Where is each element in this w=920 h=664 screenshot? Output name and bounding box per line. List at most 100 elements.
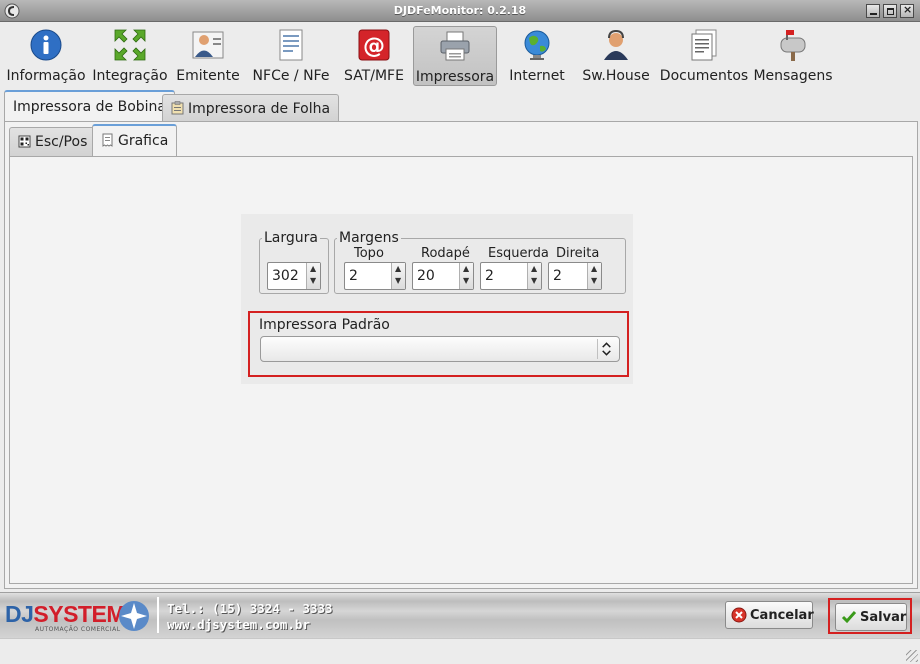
toolbar-label: Informação: [6, 68, 86, 84]
tab-esc-pos[interactable]: Esc/Pos: [9, 127, 97, 156]
spinner-arrows[interactable]: ▲ ▼: [459, 263, 473, 289]
support-headset-icon: [604, 29, 628, 60]
main-toolbar: Informação Integração Emitente NFCe / NF…: [0, 23, 920, 87]
spinner-arrows[interactable]: ▲ ▼: [527, 263, 541, 289]
esquerda-value: 2: [485, 268, 494, 284]
mailbox-icon: [780, 30, 806, 61]
toolbar-item-informacao[interactable]: Informação: [4, 26, 88, 86]
toolbar-item-integracao[interactable]: Integração: [90, 26, 170, 86]
cancel-button[interactable]: Cancelar: [725, 601, 814, 629]
resize-grip[interactable]: [906, 650, 918, 662]
at-sign-icon: @: [358, 29, 390, 61]
toolbar-label: Impressora: [415, 69, 495, 85]
impressora-padrao-label: Impressora Padrão: [259, 317, 390, 333]
qr-code-icon: [18, 135, 31, 148]
djsystem-logo: DJSYSTEM AUTOMAÇÃO COMERCIAL: [5, 601, 149, 633]
spin-down-icon[interactable]: ▼: [531, 276, 537, 285]
spinner-arrows[interactable]: ▲ ▼: [391, 263, 405, 289]
minimize-button[interactable]: [866, 4, 880, 18]
esquerda-label: Esquerda: [488, 246, 549, 261]
toolbar-item-documentos[interactable]: Documentos: [658, 26, 750, 86]
toolbar-item-internet[interactable]: Internet: [502, 26, 572, 86]
impressora-padrao-select[interactable]: [260, 336, 620, 362]
close-button[interactable]: ×: [900, 3, 914, 18]
title-bar: DJDFeMonitor: 0.2.18 ×: [0, 0, 920, 22]
website-text: www.djsystem.com.br: [167, 617, 310, 632]
toolbar-label: Sw.House: [582, 68, 650, 84]
issuer-person-icon: [192, 31, 224, 59]
save-button[interactable]: Salvar: [835, 603, 907, 631]
tab-label: Impressora de Folha: [188, 101, 331, 117]
maximize-button[interactable]: [883, 4, 897, 18]
rodape-value: 20: [417, 268, 435, 284]
toolbar-item-impressora[interactable]: Impressora: [413, 26, 497, 86]
toolbar-item-sw-house[interactable]: Sw.House: [576, 26, 656, 86]
save-highlight: Salvar: [828, 598, 912, 634]
direita-spinner[interactable]: 2 ▲ ▼: [548, 262, 602, 290]
tab-impressora-de-bobina[interactable]: Impressora de Bobina: [4, 90, 176, 122]
rodape-label: Rodapé: [421, 246, 470, 261]
spin-down-icon[interactable]: ▼: [395, 276, 401, 285]
spin-up-icon[interactable]: ▲: [463, 264, 469, 273]
invoice-document-icon: [279, 29, 303, 61]
spin-up-icon[interactable]: ▲: [310, 264, 316, 273]
largura-legend: Largura: [264, 230, 318, 246]
direita-label: Direita: [556, 246, 600, 261]
status-bar: [0, 638, 920, 664]
up-down-chevron-icon: [597, 339, 611, 359]
contact-info: Tel.: (15) 3324 - 3333 www.djsystem.com.…: [167, 601, 333, 633]
cancel-label: Cancelar: [750, 608, 814, 623]
toolbar-item-nfce-nfe[interactable]: NFCe / NFe: [248, 26, 334, 86]
close-icon: ×: [903, 3, 913, 16]
cancel-icon: [731, 607, 747, 623]
spin-up-icon[interactable]: ▲: [531, 264, 537, 273]
bobina-panel: Esc/Pos Grafica Largura 302 ▲ ▼ Margens T…: [4, 121, 918, 589]
toolbar-label: Internet: [509, 68, 565, 84]
spinner-arrows[interactable]: ▲ ▼: [306, 263, 320, 289]
receipt-icon: [102, 133, 113, 147]
topo-label: Topo: [354, 246, 384, 261]
tab-label: Impressora de Bobina: [13, 99, 167, 115]
tab-label: Grafica: [118, 133, 169, 149]
tab-grafica[interactable]: Grafica: [92, 124, 178, 156]
spinner-arrows[interactable]: ▲ ▼: [587, 263, 601, 289]
toolbar-item-emitente[interactable]: Emitente: [172, 26, 244, 86]
toolbar-item-sat-mfe[interactable]: @ SAT/MFE: [338, 26, 410, 86]
toolbar-label: NFCe / NFe: [252, 68, 330, 84]
topo-value: 2: [349, 268, 358, 284]
minimize-icon: [870, 13, 877, 15]
logo-dj: DJ: [5, 601, 34, 627]
integration-arrows-icon: [114, 29, 146, 61]
footer-bar: DJSYSTEM AUTOMAÇÃO COMERCIAL Tel.: (15) …: [0, 592, 920, 638]
toolbar-item-mensagens[interactable]: Mensagens: [752, 26, 834, 86]
spin-up-icon[interactable]: ▲: [591, 264, 597, 273]
phone-text: Tel.: (15) 3324 - 3333: [167, 601, 333, 616]
largura-spinner[interactable]: 302 ▲ ▼: [267, 262, 321, 290]
tab-impressora-de-folha[interactable]: Impressora de Folha: [162, 94, 340, 122]
footer-divider: [157, 597, 159, 633]
esquerda-spinner[interactable]: 2 ▲ ▼: [480, 262, 542, 290]
logo-tagline: AUTOMAÇÃO COMERCIAL: [35, 626, 121, 633]
printer-icon: [440, 31, 470, 61]
direita-value: 2: [553, 268, 562, 284]
spin-up-icon[interactable]: ▲: [395, 264, 401, 273]
spin-down-icon[interactable]: ▼: [463, 276, 469, 285]
toolbar-label: Mensagens: [753, 68, 833, 84]
toolbar-label: Integração: [92, 68, 168, 84]
logo-system: SYSTEM: [33, 601, 125, 627]
toolbar-label: Documentos: [659, 68, 749, 84]
impressora-padrao-highlight: Impressora Padrão: [248, 311, 629, 377]
logo-star-icon: [119, 601, 149, 631]
tab-label: Esc/Pos: [35, 134, 88, 150]
rodape-spinner[interactable]: 20 ▲ ▼: [412, 262, 474, 290]
spin-down-icon[interactable]: ▼: [310, 276, 316, 285]
spin-down-icon[interactable]: ▼: [591, 276, 597, 285]
topo-spinner[interactable]: 2 ▲ ▼: [344, 262, 406, 290]
margens-legend: Margens: [339, 230, 399, 246]
info-icon: [30, 29, 62, 61]
maximize-icon: [887, 8, 894, 15]
globe-icon: [524, 30, 550, 60]
clipboard-icon: [171, 101, 184, 115]
largura-value: 302: [272, 268, 299, 284]
window-title: DJDFeMonitor: 0.2.18: [393, 4, 527, 17]
